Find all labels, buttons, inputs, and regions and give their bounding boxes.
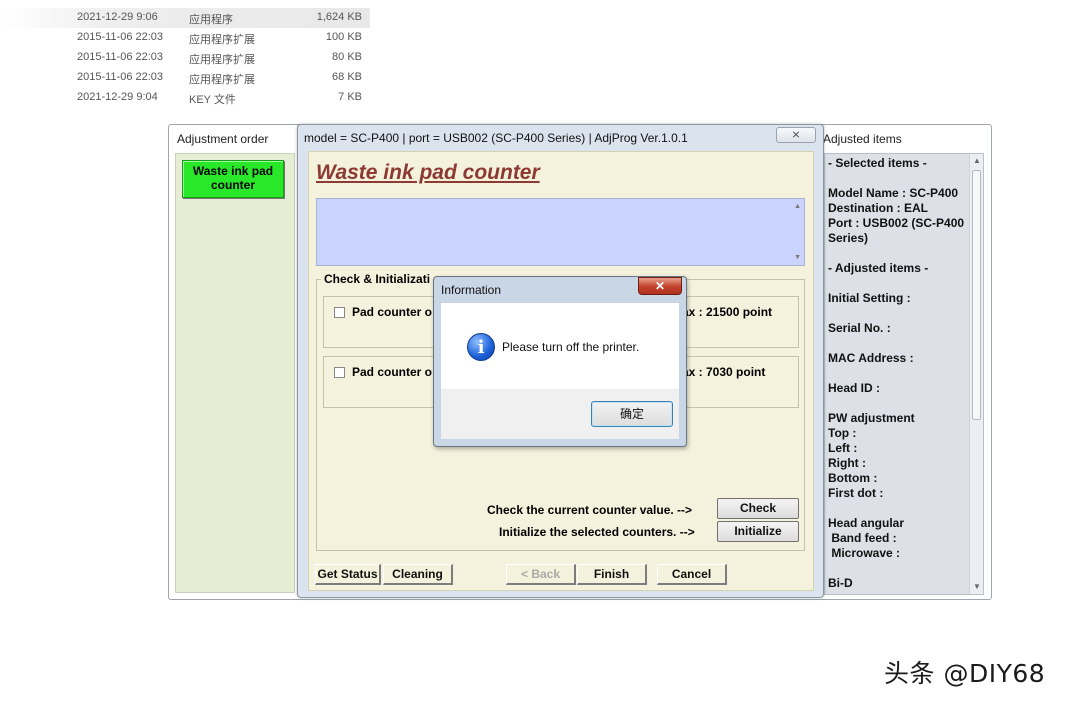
scroll-up-icon[interactable]: ▲ <box>794 203 801 210</box>
group-label: Check & Initializati <box>321 272 434 286</box>
adjusted-item-line: Left : <box>828 441 858 455</box>
adjusted-item-line <box>828 396 970 411</box>
adjusted-item-line: Bi-D <box>828 576 853 590</box>
adjusted-item-line: - Selected items - <box>828 156 927 170</box>
adjusted-item-line: Right : <box>828 456 866 470</box>
information-dialog: Information ✕ i Please turn off the prin… <box>433 276 687 447</box>
information-footer: 确定 <box>441 389 679 439</box>
file-size: 1,624 KB <box>316 11 362 23</box>
close-icon[interactable]: ⨯ <box>776 127 816 143</box>
message-box[interactable]: ▲ ▼ <box>316 198 805 266</box>
adjusted-item-line <box>828 276 970 291</box>
file-row[interactable]: 2021-12-29 9:06 应用程序 1,624 KB <box>0 8 370 28</box>
file-type: 应用程序扩展 <box>189 34 255 46</box>
back-button[interactable]: < Back <box>506 564 576 585</box>
pad-counter-max: ax : 7030 point <box>682 365 766 379</box>
adjustment-order-panel: Adjustment order Waste ink pad counter <box>171 127 297 597</box>
file-size: 7 KB <box>338 91 362 103</box>
information-message: Please turn off the printer. <box>502 340 640 354</box>
adjusted-item-line <box>828 336 970 351</box>
watermark: 头条 @DIY68 <box>884 659 1046 688</box>
file-type: 应用程序扩展 <box>189 74 255 86</box>
adjusted-item-line: Destination : EAL <box>828 201 929 215</box>
ok-button[interactable]: 确定 <box>591 401 673 427</box>
adjusted-items-list: - Selected items - Model Name : SC-P400 De… <box>824 153 984 595</box>
adjusted-item-line: Initial Setting : <box>828 291 911 305</box>
adjusted-items-scrollbar[interactable]: ▲ ▼ <box>969 154 983 594</box>
adjusted-item-line: Head angular <box>828 516 905 530</box>
window-title: model = SC-P400 | port = USB002 (SC-P400… <box>304 131 688 145</box>
adjusted-item-line <box>828 366 970 381</box>
scroll-thumb[interactable] <box>972 170 981 420</box>
adjustment-order-title: Adjustment order <box>177 132 269 146</box>
information-title: Information <box>441 283 502 297</box>
adjustment-order-list: Waste ink pad counter <box>175 153 295 593</box>
adjusted-item-line: Series) <box>828 231 869 245</box>
pad-counter-label: Pad counter o <box>352 365 433 379</box>
pad-counter-checkbox[interactable] <box>334 307 345 318</box>
info-icon: i <box>467 333 495 361</box>
file-date: 2021-12-29 9:06 <box>77 11 158 23</box>
file-row[interactable]: 2015-11-06 22:03 应用程序扩展 100 KB <box>0 28 370 48</box>
adjusted-item-line: Port : USB002 (SC-P400 <box>828 216 965 230</box>
adjusted-item-line: Band feed : <box>828 531 897 545</box>
adjusted-item-line: - Adjusted items - <box>828 261 929 275</box>
adjusted-item-line: Top : <box>828 426 857 440</box>
adjusted-items-panel: Adjusted items - Selected items - Model N… <box>821 127 989 597</box>
cleaning-button[interactable]: Cleaning <box>383 564 453 585</box>
adjusted-item-line <box>828 501 970 516</box>
file-row[interactable]: 2021-12-29 9:04 KEY 文件 7 KB <box>0 88 370 108</box>
get-status-button[interactable]: Get Status <box>315 564 381 585</box>
file-date: 2021-12-29 9:04 <box>77 91 158 103</box>
pad-counter-max: ax : 21500 point <box>682 305 773 319</box>
file-size: 80 KB <box>332 51 362 63</box>
adjusted-items-title: Adjusted items <box>823 132 902 146</box>
adjusted-item-line: Microwave : <box>828 546 901 560</box>
adjusted-items-text: - Selected items - Model Name : SC-P400 De… <box>828 156 970 591</box>
page-title: Waste ink pad counter <box>316 161 540 184</box>
close-icon[interactable]: ✕ <box>638 277 682 295</box>
cancel-button[interactable]: Cancel <box>657 564 727 585</box>
scroll-up-icon[interactable]: ▲ <box>970 154 983 168</box>
file-row[interactable]: 2015-11-06 22:03 应用程序扩展 68 KB <box>0 68 370 88</box>
adjusted-item-line: Head ID : <box>828 381 881 395</box>
adjusted-item-line: First dot : <box>828 486 884 500</box>
adjusted-item-line: Serial No. : <box>828 321 891 335</box>
file-type: 应用程序 <box>189 14 233 26</box>
file-type: KEY 文件 <box>189 94 236 106</box>
file-size: 100 KB <box>325 31 362 43</box>
pad-counter-checkbox[interactable] <box>334 367 345 378</box>
adjusted-item-line <box>828 306 970 321</box>
check-instruction: Check the current counter value. --> <box>487 503 693 517</box>
information-body: i Please turn off the printer. <box>441 303 679 389</box>
file-size: 68 KB <box>332 71 362 83</box>
initialize-instruction: Initialize the selected counters. --> <box>499 525 695 539</box>
file-type: 应用程序扩展 <box>189 54 255 66</box>
waste-ink-pad-counter-item[interactable]: Waste ink pad counter <box>182 160 284 198</box>
initialize-button[interactable]: Initialize <box>717 521 799 542</box>
file-list: 2021-12-29 9:06 应用程序 1,624 KB 2015-11-06… <box>0 8 370 108</box>
scroll-down-icon[interactable]: ▼ <box>794 254 801 261</box>
file-date: 2015-11-06 22:03 <box>77 51 164 63</box>
finish-button[interactable]: Finish <box>577 564 647 585</box>
adjusted-item-line: Model Name : SC-P400 <box>828 186 959 200</box>
adjusted-item-line <box>828 561 970 576</box>
adjusted-item-line: Bottom : <box>828 471 878 485</box>
adjusted-item-line: PW adjustment <box>828 411 915 425</box>
adjusted-item-line: MAC Address : <box>828 351 914 365</box>
file-date: 2015-11-06 22:03 <box>77 31 164 43</box>
file-row[interactable]: 2015-11-06 22:03 应用程序扩展 80 KB <box>0 48 370 68</box>
scroll-down-icon[interactable]: ▼ <box>970 580 983 594</box>
pad-counter-label: Pad counter o <box>352 305 433 319</box>
adjusted-item-line <box>828 246 970 261</box>
adjusted-item-line <box>828 171 970 186</box>
check-button[interactable]: Check <box>717 498 799 519</box>
file-date: 2015-11-06 22:03 <box>77 71 164 83</box>
